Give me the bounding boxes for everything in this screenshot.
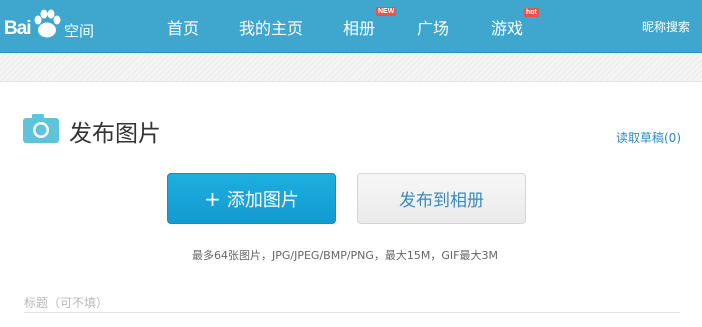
title-input[interactable] — [24, 312, 680, 327]
upload-limits-hint: 最多64张图片，JPG/JPEG/BMP/PNG，最大15M，GIF最大3M — [192, 249, 498, 262]
logo-text-bai: Bai — [4, 18, 32, 39]
read-drafts-link[interactable]: 读取草稿(0) — [616, 129, 681, 146]
top-nav-bar: Bai 空间 首页 我的主页 相册 NEW 广场 游戏 hot 昵称搜索 — [0, 0, 702, 53]
add-images-label: 添加图片 — [226, 189, 299, 211]
logo-text-space: 空间 — [64, 22, 95, 40]
publish-to-album-label: 发布到相册 — [399, 191, 484, 211]
album-new-badge: NEW — [376, 7, 397, 16]
plus-icon: + — [204, 186, 221, 211]
baidu-space-logo[interactable]: Bai 空间 — [2, 8, 102, 44]
paw-icon — [34, 9, 61, 38]
publish-to-album-button[interactable]: 发布到相册 — [357, 173, 526, 224]
camera-icon — [23, 114, 59, 143]
nav-item-album[interactable]: 相册 — [343, 15, 375, 39]
header-stripe-band — [0, 53, 702, 82]
games-hot-badge: hot — [524, 8, 539, 17]
page-title: 发布图片 — [69, 121, 161, 147]
nav-item-home[interactable]: 首页 — [167, 15, 199, 39]
nav-item-square[interactable]: 广场 — [417, 15, 449, 39]
title-field-label: 标题（可不填） — [24, 296, 109, 310]
nav-item-games[interactable]: 游戏 — [491, 15, 523, 39]
add-images-button[interactable]: + 添加图片 — [167, 173, 336, 224]
nickname-search-link[interactable]: 昵称搜索 — [642, 18, 690, 35]
nav-item-my-homepage[interactable]: 我的主页 — [239, 15, 303, 39]
